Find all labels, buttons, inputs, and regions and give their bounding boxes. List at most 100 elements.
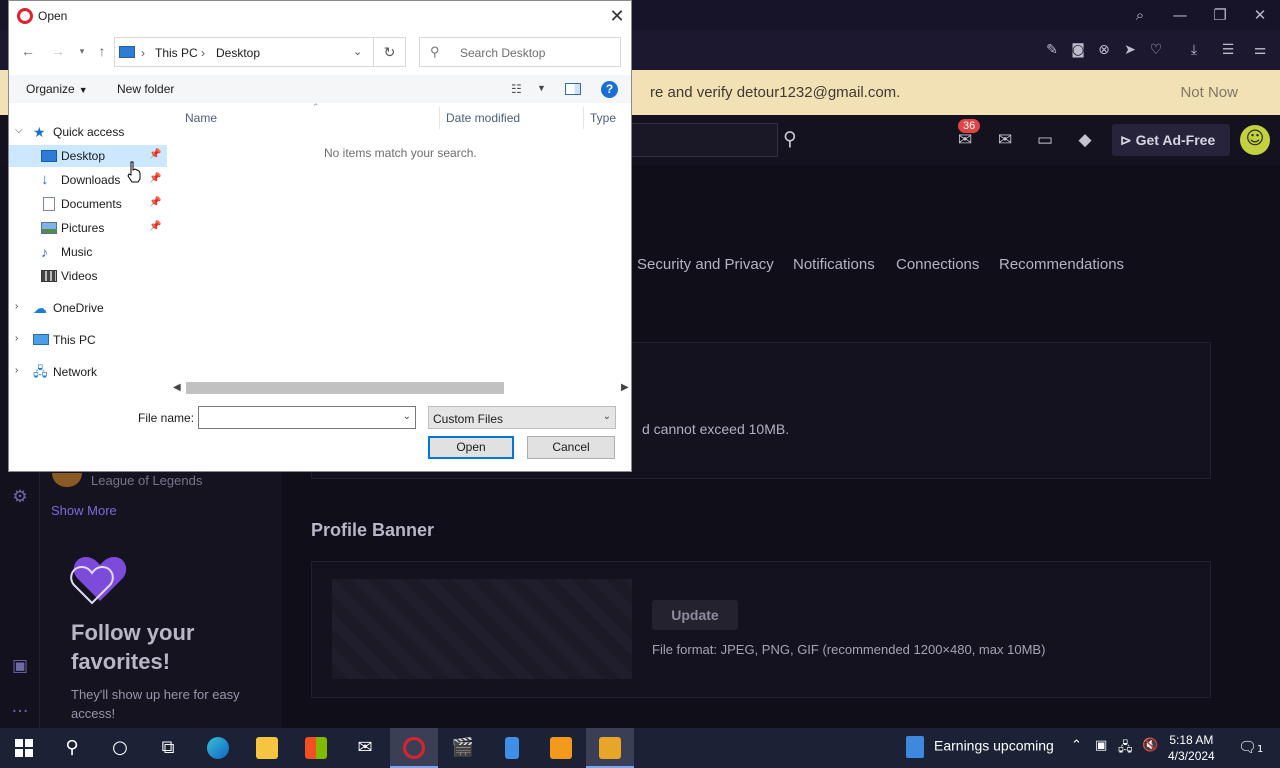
pin-icon[interactable]: 📌 <box>149 149 161 160</box>
new-folder-button[interactable]: New folder <box>117 82 174 96</box>
recent-locations-icon[interactable]: ▾ <box>73 42 91 60</box>
tab-security-privacy[interactable]: Security and Privacy <box>637 256 774 273</box>
refresh-icon[interactable]: ↻ <box>374 37 406 67</box>
news-widget[interactable]: Earnings upcoming <box>906 736 1054 758</box>
meet-icon[interactable]: ▣ <box>1095 738 1107 753</box>
task-view-icon[interactable]: ⧉ <box>144 728 192 768</box>
expand-icon[interactable]: › <box>15 333 18 344</box>
tree-item-pictures[interactable]: Pictures 📌 <box>9 217 167 239</box>
send-icon[interactable]: ➤ <box>1120 40 1140 60</box>
search-icon[interactable]: ⚲ <box>48 728 96 768</box>
minimize-icon[interactable]: — <box>1170 5 1190 25</box>
camera-icon[interactable]: ◙ <box>1068 40 1088 60</box>
breadcrumb-this-pc[interactable]: This PC <box>155 46 198 60</box>
download-icon[interactable]: ⤓ <box>1184 40 1204 60</box>
column-name[interactable]: Name <box>185 111 217 125</box>
tree-item-videos[interactable]: Videos <box>9 265 167 287</box>
tree-item-music[interactable]: ♪ Music <box>9 241 167 263</box>
pin-icon[interactable]: 📌 <box>149 197 161 208</box>
gallery-icon[interactable]: ▣ <box>10 656 30 676</box>
column-divider[interactable] <box>583 107 584 129</box>
pin-icon[interactable]: 📌 <box>149 173 161 184</box>
heart-icon[interactable]: ♡ <box>1146 40 1166 60</box>
notification-center-icon[interactable]: 🗨1 <box>1238 738 1263 756</box>
chevron-down-icon[interactable]: ⌄ <box>403 411 411 422</box>
horizontal-scrollbar[interactable]: ◀ ▶ <box>173 380 631 397</box>
restore-icon[interactable]: ❐ <box>1210 5 1230 25</box>
show-more-link[interactable]: Show More <box>51 503 117 518</box>
column-type[interactable]: Type <box>590 111 616 125</box>
tree-item-network[interactable]: › 🖧 Network <box>9 361 167 383</box>
open-button[interactable]: Open <box>428 436 514 459</box>
tab-recommendations[interactable]: Recommendations <box>999 256 1124 273</box>
cortana-icon[interactable]: ○ <box>96 728 144 768</box>
close-icon[interactable]: ✕ <box>605 5 629 27</box>
search-icon[interactable]: ⚲ <box>783 128 807 152</box>
volume-muted-icon[interactable]: 🔇 <box>1142 738 1158 753</box>
share-icon[interactable]: ✎ <box>1042 40 1062 60</box>
network-icon[interactable]: 🖧 <box>1118 738 1133 760</box>
update-button[interactable]: Update <box>652 600 738 630</box>
scroll-left-icon[interactable]: ◀ <box>173 382 181 393</box>
expand-icon[interactable]: › <box>15 365 18 376</box>
scroll-thumb[interactable] <box>186 382 504 394</box>
menu-icon[interactable]: ☰ <box>1218 40 1238 60</box>
more-icon[interactable]: … <box>10 697 30 717</box>
sidebar-game[interactable]: League of Legends <box>91 473 202 488</box>
tree-item-this-pc[interactable]: › This PC <box>9 329 167 351</box>
scroll-right-icon[interactable]: ▶ <box>621 382 629 393</box>
tree-item-quick-access[interactable]: ⌵ ★ Quick access <box>9 121 167 143</box>
expand-icon[interactable]: ⌵ <box>15 125 23 136</box>
document-app-icon[interactable] <box>488 728 536 768</box>
video-app-icon[interactable] <box>586 728 634 768</box>
tree-item-documents[interactable]: Documents 📌 <box>9 193 167 215</box>
column-divider[interactable] <box>439 107 440 129</box>
store-icon[interactable] <box>292 728 340 768</box>
get-ad-free-button[interactable]: ⊳ Get Ad-Free <box>1112 124 1230 156</box>
tree-item-desktop[interactable]: Desktop 📌 <box>9 145 167 167</box>
forward-icon[interactable]: → <box>49 42 67 60</box>
search-icon[interactable]: ⌕ <box>1130 5 1150 25</box>
file-name-input[interactable]: ⌄ <box>198 406 416 429</box>
settings-icon[interactable]: ⚌ <box>1250 40 1270 60</box>
file-type-select[interactable]: Custom Files ⌄ <box>428 406 616 429</box>
close-icon[interactable]: ✕ <box>1250 5 1270 25</box>
clapper-icon[interactable]: 🎬 <box>439 728 487 768</box>
site-search-input[interactable] <box>632 123 778 157</box>
edge-icon[interactable] <box>194 728 242 768</box>
tab-connections[interactable]: Connections <box>896 256 979 273</box>
back-icon[interactable]: ← <box>19 42 37 60</box>
search-input[interactable]: ⚲ Search Desktop <box>419 37 621 67</box>
breadcrumb-desktop[interactable]: Desktop <box>216 46 260 60</box>
chevron-down-icon[interactable]: ▼ <box>537 83 546 93</box>
orange-app-icon[interactable] <box>537 728 585 768</box>
up-icon[interactable]: ↑ <box>93 42 111 60</box>
expand-icon[interactable]: › <box>15 301 18 312</box>
diamond-icon[interactable]: ◆ <box>1074 129 1096 151</box>
preview-pane-icon[interactable] <box>565 83 581 95</box>
file-explorer-icon[interactable] <box>243 728 291 768</box>
help-icon[interactable]: ? <box>601 81 618 98</box>
gear-icon[interactable]: ⚙ <box>10 487 30 507</box>
chevron-up-icon[interactable]: ⌃ <box>1071 738 1082 753</box>
tab-notifications[interactable]: Notifications <box>793 256 875 273</box>
chat-icon[interactable]: ▭ <box>1034 129 1056 151</box>
view-options-icon[interactable]: ☷ <box>511 82 527 96</box>
address-bar[interactable]: › This PC › Desktop ⌄ <box>114 37 374 67</box>
avatar[interactable]: ☺ <box>1240 125 1270 155</box>
organize-button[interactable]: Organize ▼ <box>26 82 88 96</box>
cancel-button[interactable]: Cancel <box>527 436 615 459</box>
opera-icon[interactable] <box>390 728 438 768</box>
tree-item-downloads[interactable]: ↓ Downloads 📌 <box>9 169 167 191</box>
clock[interactable]: 5:18 AM 4/3/2024 <box>1168 732 1215 764</box>
tree-item-onedrive[interactable]: › ☁ OneDrive <box>9 297 167 319</box>
not-now-button[interactable]: Not Now <box>1180 84 1238 101</box>
tree-label: Quick access <box>53 125 125 139</box>
pin-icon[interactable]: 📌 <box>149 221 161 232</box>
block-icon[interactable]: ⊗ <box>1094 40 1114 60</box>
column-date-modified[interactable]: Date modified <box>446 111 520 125</box>
chevron-down-icon[interactable]: ⌄ <box>353 45 362 58</box>
start-button[interactable] <box>0 728 48 768</box>
mail-icon[interactable]: ✉ <box>994 129 1016 151</box>
mail-icon[interactable]: ✉ <box>341 728 389 768</box>
